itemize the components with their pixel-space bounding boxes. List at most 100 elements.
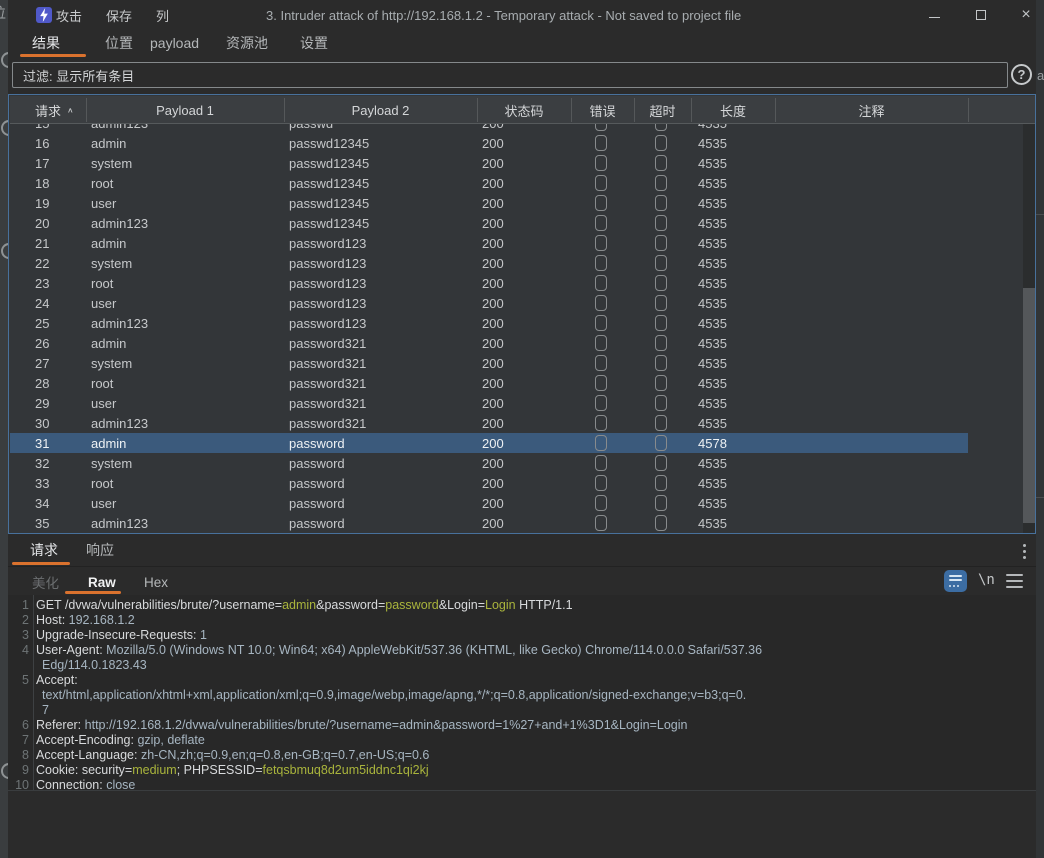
table-row[interactable]: 26 admin password321 200 4535 bbox=[10, 333, 968, 353]
column-header-timeout[interactable]: 超时 bbox=[634, 96, 691, 124]
tab-positions[interactable]: 位置 bbox=[105, 30, 133, 56]
error-checkbox[interactable] bbox=[595, 515, 607, 531]
error-checkbox[interactable] bbox=[595, 255, 607, 271]
menu-attack[interactable]: 攻击 bbox=[56, 6, 82, 25]
error-checkbox[interactable] bbox=[595, 335, 607, 351]
error-checkbox[interactable] bbox=[595, 295, 607, 311]
table-row[interactable]: 33 root password 200 4535 bbox=[10, 473, 968, 493]
raw-request-editor[interactable]: 1 GET /dvwa/vulnerabilities/brute/?usern… bbox=[8, 595, 1036, 790]
line-number: 1 bbox=[8, 598, 29, 613]
error-checkbox[interactable] bbox=[595, 455, 607, 471]
error-checkbox[interactable] bbox=[595, 155, 607, 171]
table-scrollbar-thumb[interactable] bbox=[1023, 288, 1035, 523]
table-row[interactable]: 31 admin password 200 4578 bbox=[10, 433, 968, 453]
error-checkbox[interactable] bbox=[595, 235, 607, 251]
tab-hex[interactable]: Hex bbox=[144, 570, 168, 594]
table-row[interactable]: 25 admin123 password123 200 4535 bbox=[10, 313, 968, 333]
timeout-checkbox[interactable] bbox=[655, 375, 667, 391]
error-checkbox[interactable] bbox=[595, 495, 607, 511]
tab-settings[interactable]: 设置 bbox=[300, 30, 328, 56]
timeout-checkbox[interactable] bbox=[655, 435, 667, 451]
table-row[interactable]: 22 system password123 200 4535 bbox=[10, 253, 968, 273]
table-row[interactable]: 29 user password321 200 4535 bbox=[10, 393, 968, 413]
table-row[interactable]: 18 root passwd12345 200 4535 bbox=[10, 173, 968, 193]
table-row[interactable]: 15 admin123 passwd 200 4535 bbox=[10, 124, 968, 133]
error-checkbox[interactable] bbox=[595, 275, 607, 291]
table-row[interactable]: 28 root password321 200 4535 bbox=[10, 373, 968, 393]
error-checkbox[interactable] bbox=[595, 375, 607, 391]
timeout-checkbox[interactable] bbox=[655, 315, 667, 331]
timeout-checkbox[interactable] bbox=[655, 515, 667, 531]
editor-line: 9 Cookie: security=medium; PHPSESSID=fet… bbox=[8, 763, 1036, 778]
column-header-error[interactable]: 错误 bbox=[571, 96, 634, 124]
menu-save[interactable]: 保存 bbox=[106, 6, 132, 25]
error-checkbox[interactable] bbox=[595, 395, 607, 411]
timeout-checkbox[interactable] bbox=[655, 155, 667, 171]
timeout-checkbox[interactable] bbox=[655, 475, 667, 491]
error-checkbox[interactable] bbox=[595, 215, 607, 231]
table-row[interactable]: 23 root password123 200 4535 bbox=[10, 273, 968, 293]
background-circle-icon bbox=[1, 763, 8, 779]
table-row[interactable]: 35 admin123 password 200 4535 bbox=[10, 513, 968, 533]
error-checkbox[interactable] bbox=[595, 415, 607, 431]
timeout-checkbox[interactable] bbox=[655, 215, 667, 231]
table-row[interactable]: 21 admin password123 200 4535 bbox=[10, 233, 968, 253]
timeout-checkbox[interactable] bbox=[655, 135, 667, 151]
error-checkbox[interactable] bbox=[595, 355, 607, 371]
error-checkbox[interactable] bbox=[595, 315, 607, 331]
minimize-button[interactable] bbox=[923, 5, 945, 25]
timeout-checkbox[interactable] bbox=[655, 335, 667, 351]
table-row[interactable]: 24 user password123 200 4535 bbox=[10, 293, 968, 313]
table-row[interactable]: 17 system passwd12345 200 4535 bbox=[10, 153, 968, 173]
tab-pretty[interactable]: 美化 bbox=[32, 570, 59, 594]
column-header-comment[interactable]: 注释 bbox=[775, 96, 968, 124]
tab-response[interactable]: 响应 bbox=[86, 538, 114, 562]
table-row[interactable]: 32 system password 200 4535 bbox=[10, 453, 968, 473]
timeout-checkbox[interactable] bbox=[655, 195, 667, 211]
timeout-checkbox[interactable] bbox=[655, 175, 667, 191]
timeout-checkbox[interactable] bbox=[655, 395, 667, 411]
help-icon[interactable]: ? bbox=[1011, 64, 1032, 85]
maximize-button[interactable] bbox=[970, 5, 992, 25]
timeout-checkbox[interactable] bbox=[655, 355, 667, 371]
error-checkbox[interactable] bbox=[595, 475, 607, 491]
menu-columns[interactable]: 列 bbox=[156, 6, 169, 25]
timeout-checkbox[interactable] bbox=[655, 415, 667, 431]
close-button[interactable]: × bbox=[1015, 5, 1037, 25]
timeout-checkbox[interactable] bbox=[655, 495, 667, 511]
line-code: Referer: http://192.168.1.2/dvwa/vulnera… bbox=[36, 718, 688, 733]
table-row[interactable]: 27 system password321 200 4535 bbox=[10, 353, 968, 373]
search-panel-toggle-icon[interactable] bbox=[944, 570, 967, 592]
table-row[interactable]: 20 admin123 passwd12345 200 4535 bbox=[10, 213, 968, 233]
table-row[interactable]: 34 user password 200 4535 bbox=[10, 493, 968, 513]
error-checkbox[interactable] bbox=[595, 124, 607, 131]
error-checkbox[interactable] bbox=[595, 435, 607, 451]
tab-payloads[interactable]: payload bbox=[150, 30, 199, 56]
editor-menu-icon[interactable] bbox=[1006, 574, 1023, 588]
column-header-request[interactable]: 请求 ∧ bbox=[35, 96, 74, 124]
table-row[interactable]: 19 user passwd12345 200 4535 bbox=[10, 193, 968, 213]
filter-bar[interactable]: 过滤: 显示所有条目 bbox=[12, 62, 1008, 88]
timeout-checkbox[interactable] bbox=[655, 295, 667, 311]
table-row[interactable]: 30 admin123 password321 200 4535 bbox=[10, 413, 968, 433]
column-header-payload1[interactable]: Payload 1 bbox=[86, 96, 284, 124]
tab-request[interactable]: 请求 bbox=[30, 538, 58, 562]
timeout-checkbox[interactable] bbox=[655, 275, 667, 291]
timeout-checkbox[interactable] bbox=[655, 235, 667, 251]
column-header-status[interactable]: 状态码 bbox=[477, 96, 571, 124]
message-options-kebab-icon[interactable] bbox=[1014, 540, 1034, 562]
timeout-checkbox[interactable] bbox=[655, 255, 667, 271]
error-checkbox[interactable] bbox=[595, 135, 607, 151]
column-header-length[interactable]: 长度 bbox=[691, 96, 775, 124]
table-row[interactable]: 16 admin passwd12345 200 4535 bbox=[10, 133, 968, 153]
newline-toggle-icon[interactable]: \n bbox=[978, 572, 995, 588]
tab-resource-pool[interactable]: 资源池 bbox=[226, 30, 268, 56]
background-circle-icon bbox=[1, 52, 8, 68]
error-checkbox[interactable] bbox=[595, 195, 607, 211]
timeout-checkbox[interactable] bbox=[655, 124, 667, 131]
error-checkbox[interactable] bbox=[595, 175, 607, 191]
tab-results[interactable]: 结果 bbox=[32, 30, 60, 56]
column-header-payload2[interactable]: Payload 2 bbox=[284, 96, 477, 124]
line-code: Host: 192.168.1.2 bbox=[36, 613, 135, 628]
timeout-checkbox[interactable] bbox=[655, 455, 667, 471]
